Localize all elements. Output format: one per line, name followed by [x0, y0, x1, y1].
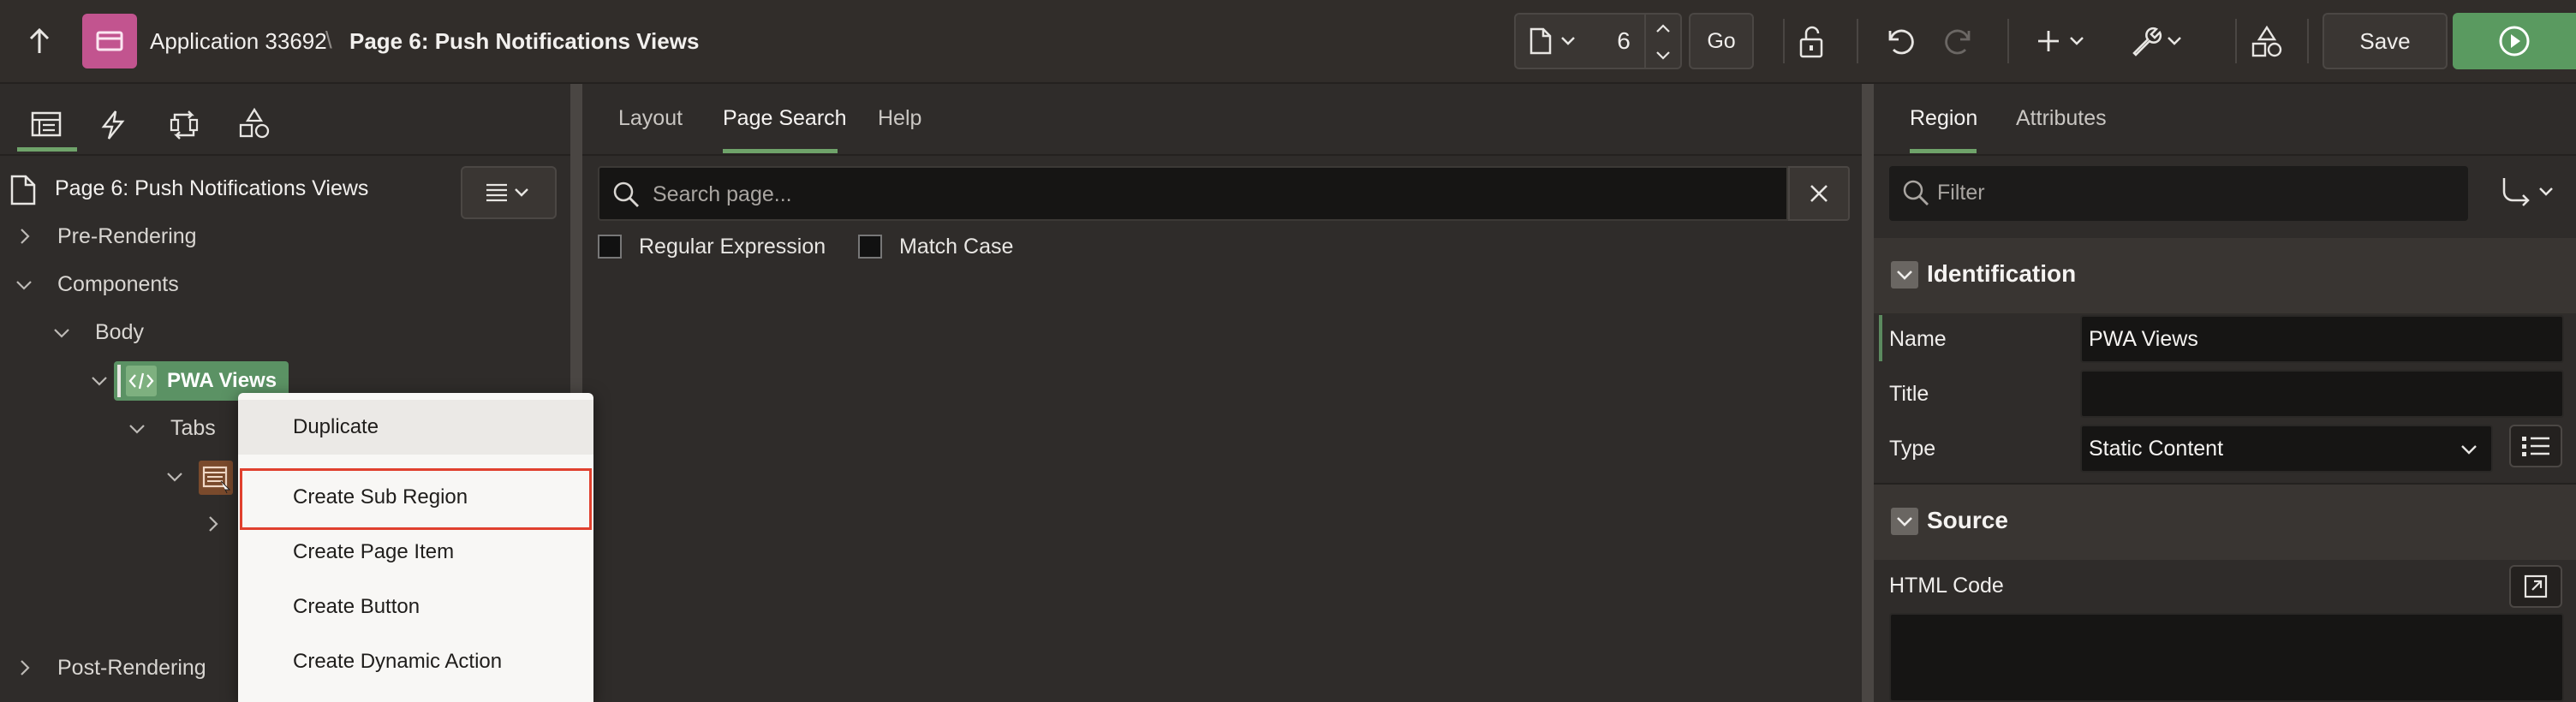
title-label: Title [1889, 382, 1929, 406]
page-icon [1530, 27, 1552, 55]
tab-page-search[interactable]: Page Search [723, 106, 847, 131]
chevron-down-icon[interactable] [91, 375, 108, 387]
page-number-input[interactable]: 6 [1608, 27, 1639, 55]
regex-checkbox[interactable] [598, 235, 622, 259]
tab-rendering[interactable] [17, 99, 77, 154]
page-title: Page 6: Push Notifications Views [349, 28, 700, 54]
chevron-down-icon[interactable] [15, 279, 33, 291]
go-to-group-icon [2499, 175, 2559, 212]
match-case-checkbox[interactable] [858, 235, 882, 259]
source-section-header[interactable]: Source [1874, 485, 2576, 560]
name-field[interactable]: PWA Views [2080, 315, 2564, 363]
lock-page-icon[interactable] [1793, 22, 1833, 62]
menu-item-create-page-item[interactable]: Create Page Item [238, 525, 593, 580]
type-list-button[interactable] [2509, 425, 2562, 467]
html-code-label: HTML Code [1889, 574, 2004, 598]
name-label: Name [1889, 327, 1947, 351]
up-arrow-icon[interactable] [22, 24, 57, 58]
page-node-icon [10, 175, 36, 205]
search-icon [611, 180, 641, 209]
static-content-region-icon [126, 366, 157, 396]
top-toolbar: Application 33692 \ Page 6: Push Notific… [0, 0, 2576, 84]
expand-icon [2523, 574, 2549, 599]
type-select[interactable]: Static Content [2080, 425, 2493, 473]
shared-components-icon[interactable] [2247, 22, 2287, 62]
expand-code-editor-button[interactable] [2509, 565, 2562, 608]
menu-item-duplicate[interactable]: Duplicate [238, 400, 593, 455]
app-icon[interactable] [82, 14, 137, 68]
tab-help[interactable]: Help [878, 106, 921, 131]
tab-dynamic-actions[interactable] [99, 110, 127, 140]
processing-icon [168, 110, 200, 140]
collapse-toggle-icon [1891, 508, 1918, 535]
filter-placeholder: Filter [1937, 181, 1985, 205]
chevron-down-icon[interactable] [166, 471, 183, 483]
save-button[interactable]: Save [2323, 13, 2448, 69]
chevron-down-icon[interactable] [128, 423, 146, 435]
tab-layout[interactable]: Layout [618, 106, 683, 131]
filter-input[interactable]: Filter [1889, 166, 2468, 221]
context-menu: Duplicate Create Sub Region Create Page … [238, 393, 593, 702]
close-icon [1809, 183, 1829, 204]
page-node-label[interactable]: Page 6: Push Notifications Views [55, 176, 368, 201]
html-code-textarea[interactable] [1889, 613, 2564, 702]
rendering-icon [31, 111, 62, 137]
tree-item-tabs[interactable]: Tabs [170, 416, 216, 441]
source-title: Source [1927, 507, 2008, 533]
menu-item-create-dynamic-action[interactable]: Create Dynamic Action [238, 634, 593, 689]
go-button[interactable]: Go [1689, 13, 1754, 69]
tree-item-post-rendering[interactable]: Post-Rendering [57, 656, 206, 681]
shapes-icon [238, 108, 271, 140]
tree-item-label: PWA Views [167, 369, 277, 392]
menu-lines-icon [483, 182, 534, 203]
tab-region[interactable]: Region [1910, 106, 1977, 131]
chevron-right-icon[interactable] [19, 228, 31, 245]
type-value: Static Content [2089, 436, 2224, 461]
chevron-right-icon[interactable] [19, 659, 31, 676]
lightning-icon [99, 110, 127, 140]
tabs-region-icon[interactable] [199, 461, 233, 495]
app-title[interactable]: Application 33692 [150, 28, 327, 55]
title-field[interactable] [2080, 370, 2564, 418]
chevron-right-icon[interactable] [207, 515, 219, 532]
search-icon [1901, 178, 1930, 207]
increment-icon[interactable] [1655, 23, 1672, 33]
type-label: Type [1889, 437, 1936, 461]
utilities-wrench-icon[interactable] [2129, 22, 2187, 60]
tab-processing[interactable] [168, 110, 200, 140]
tab-shared-components[interactable] [238, 108, 271, 140]
highlight-box [240, 468, 592, 530]
play-icon [2498, 25, 2531, 57]
page-selector[interactable]: 6 [1514, 13, 1682, 69]
run-page-button[interactable] [2453, 13, 2576, 69]
identification-title: Identification [1927, 260, 2077, 287]
tree-item-pre-rendering[interactable]: Pre-Rendering [57, 224, 197, 249]
chevron-down-icon [2460, 443, 2478, 455]
clear-search-button[interactable] [1788, 166, 1850, 221]
undo-icon[interactable] [1881, 22, 1918, 60]
match-case-label: Match Case [899, 235, 1014, 259]
tree-options-menu-button[interactable] [461, 166, 557, 219]
central-pane: Layout Page Search Help Search page... R… [582, 84, 1862, 702]
tab-attributes[interactable]: Attributes [2016, 106, 2107, 131]
chevron-down-icon [1560, 36, 1576, 46]
right-pane-splitter[interactable] [1862, 84, 1874, 702]
search-placeholder: Search page... [653, 182, 792, 206]
go-to-group-button[interactable] [2499, 175, 2559, 212]
collapse-toggle-icon [1891, 261, 1918, 289]
chevron-down-icon[interactable] [53, 327, 70, 339]
breadcrumb-separator: \ [325, 27, 332, 53]
menu-item-create-button[interactable]: Create Button [238, 580, 593, 634]
identification-section-header[interactable]: Identification [1874, 238, 2576, 313]
tree-item-body[interactable]: Body [95, 320, 144, 345]
decrement-icon[interactable] [1655, 51, 1672, 61]
redo-icon[interactable] [1941, 22, 1978, 60]
regex-label: Regular Expression [639, 235, 826, 259]
tree-item-components[interactable]: Components [57, 272, 179, 297]
create-menu-icon[interactable] [2036, 24, 2091, 58]
search-page-input[interactable]: Search page... [598, 166, 1788, 221]
list-icon [2520, 435, 2551, 457]
